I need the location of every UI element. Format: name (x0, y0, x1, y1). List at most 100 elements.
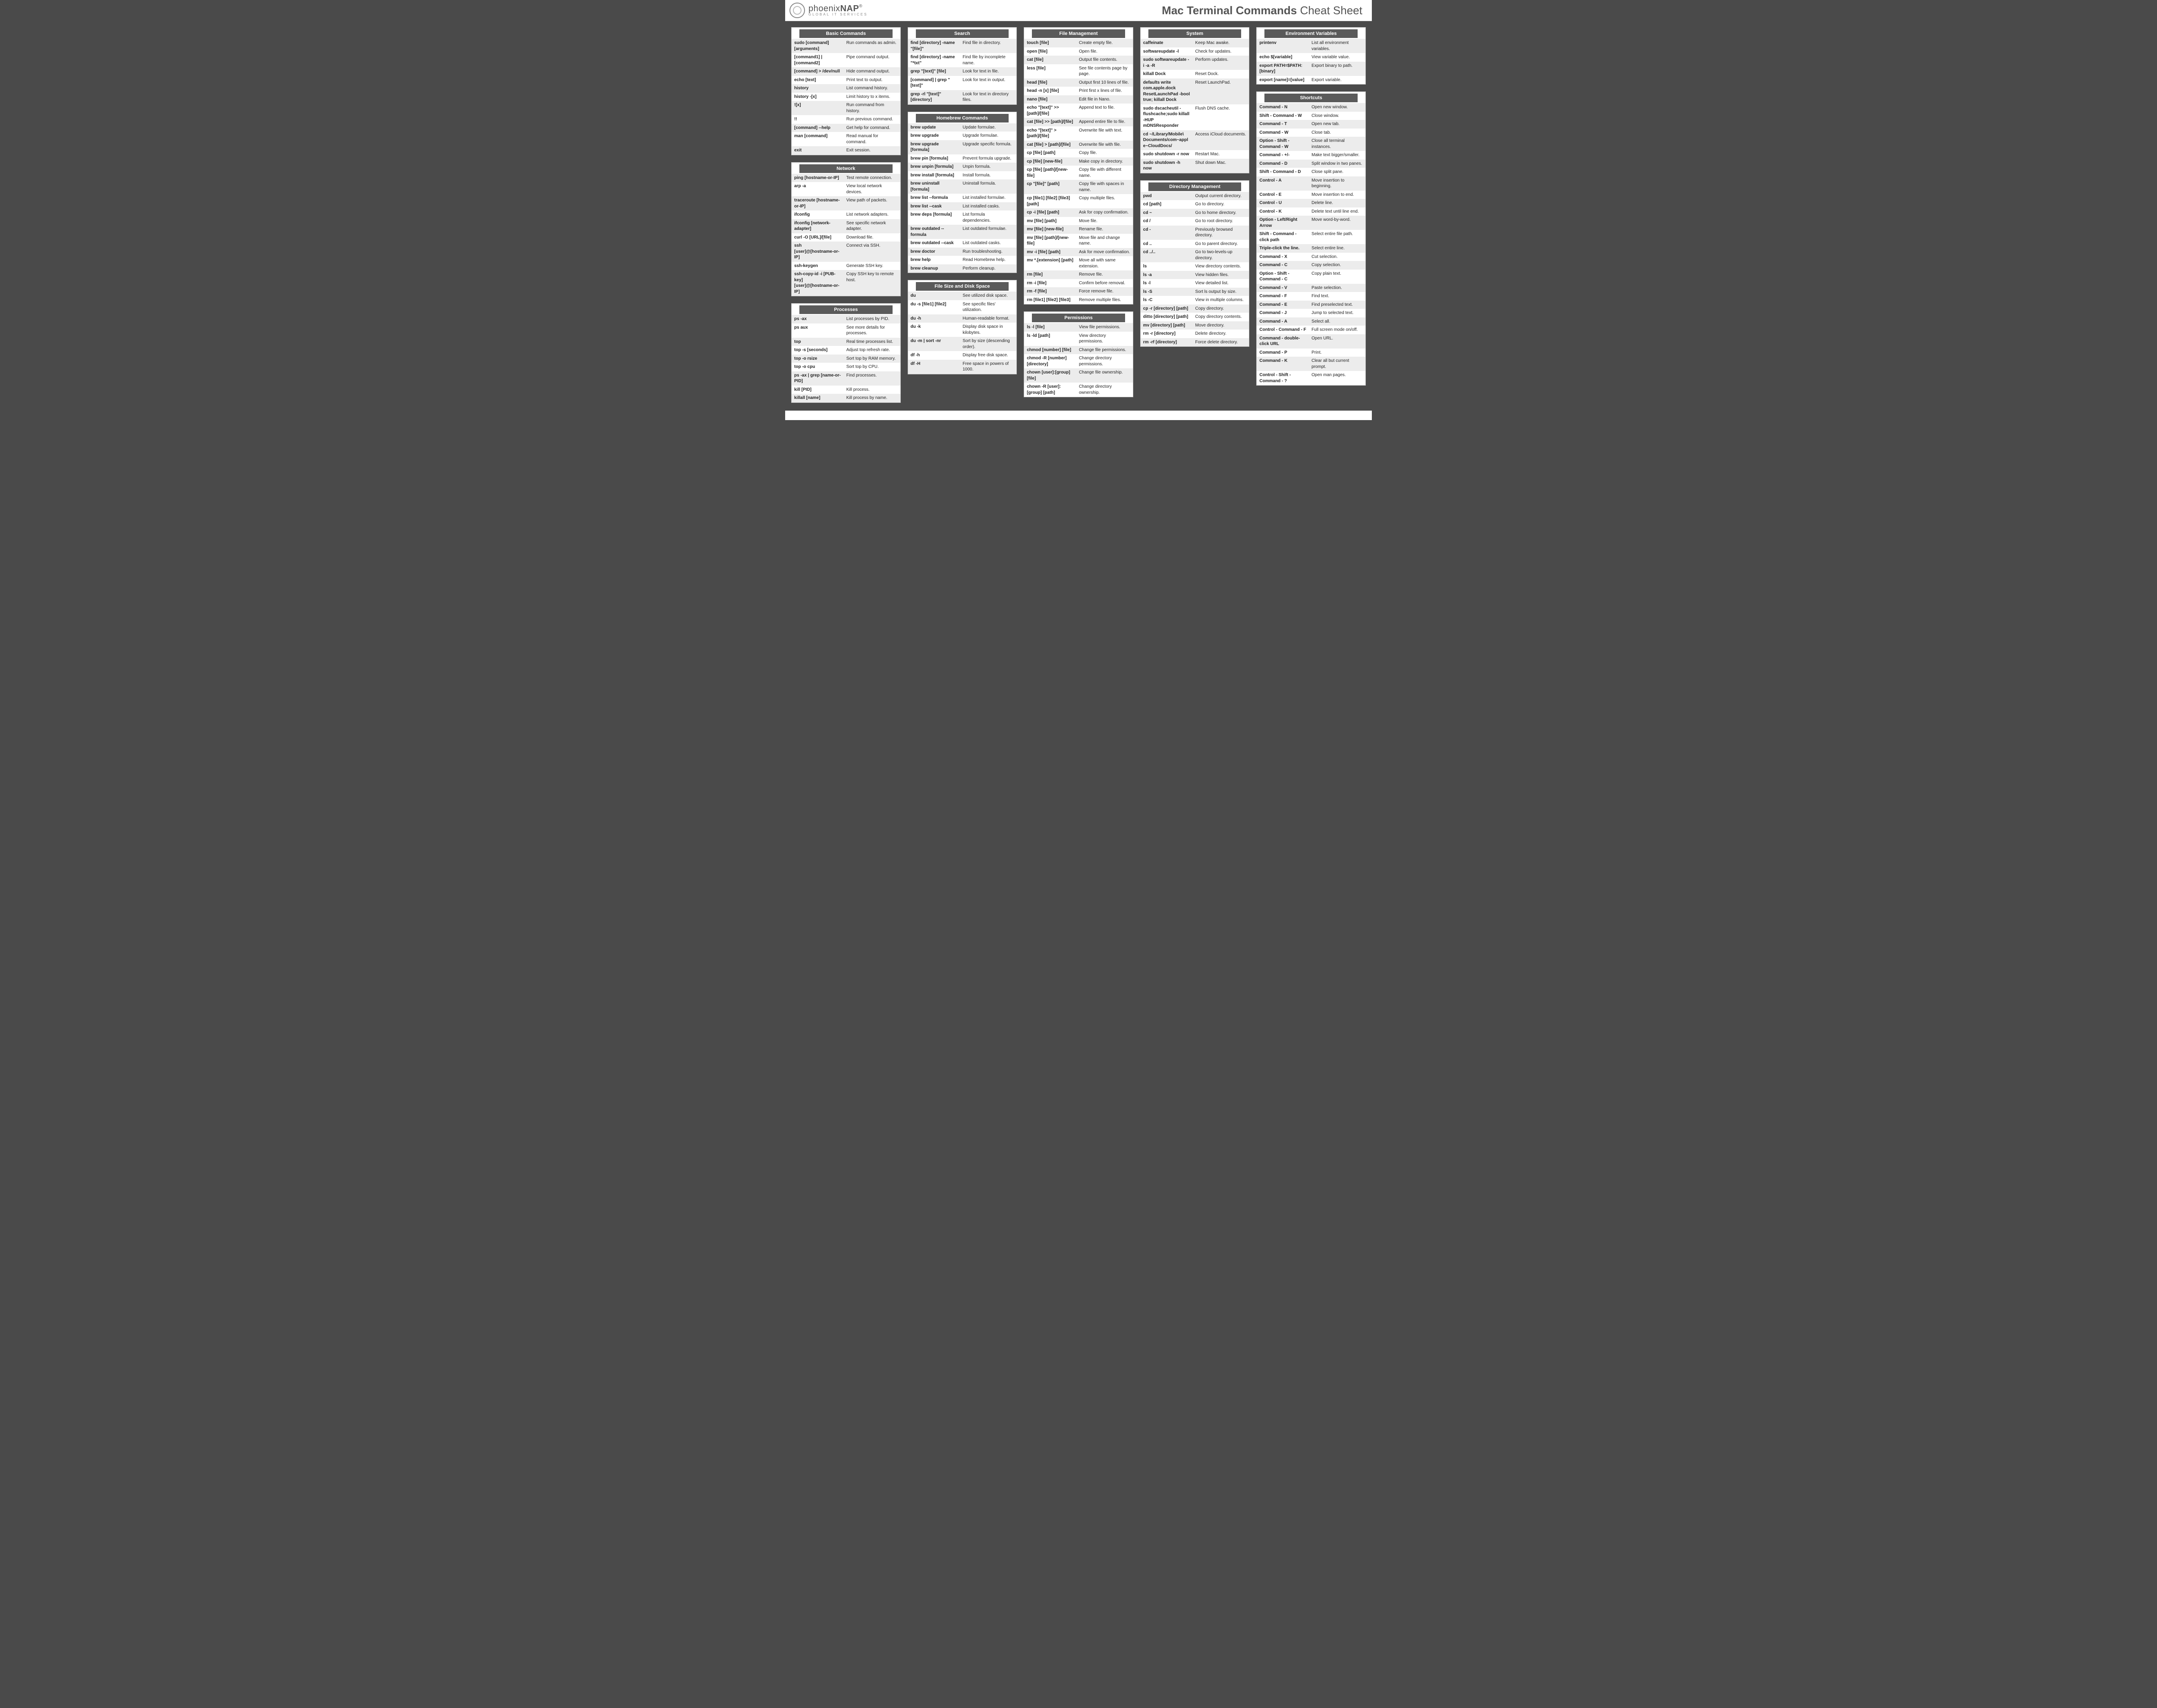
table-row: mv *.[extension] [path]Move all with sam… (1024, 256, 1133, 270)
block: SystemcaffeinateKeep Mac awake.softwareu… (1140, 27, 1250, 173)
table-row: [command] --helpGet help for command. (792, 124, 900, 132)
description-cell: View detailed list. (1193, 279, 1249, 288)
block-title: Directory Management (1148, 182, 1242, 191)
table-row: brew deps [formula]List formula dependen… (908, 210, 1017, 225)
table-row: brew updateUpdate formulae. (908, 123, 1017, 132)
command-cell: echo [text] (792, 76, 844, 85)
description-cell: Go to root directory. (1193, 217, 1249, 226)
description-cell: Adjust top refresh rate. (844, 346, 900, 355)
block: Directory ManagementpwdOutput current di… (1140, 180, 1250, 347)
table-row: Control - Command - FFull screen mode on… (1257, 326, 1365, 334)
command-cell: sudo shutdown -h now (1141, 159, 1193, 173)
command-cell: Shift - Command - click path (1257, 230, 1309, 244)
column-0: Basic Commandssudo [command] [arguments]… (791, 27, 901, 403)
description-cell: Open man pages. (1309, 371, 1365, 385)
command-cell: touch [file] (1024, 39, 1076, 47)
description-cell: Unpin formula. (960, 163, 1016, 171)
command-cell: Control - U (1257, 199, 1309, 207)
table-row: mv -i [file] [path]Ask for move confirma… (1024, 248, 1133, 257)
table-row: Control - AMove insertion to beginning. (1257, 176, 1365, 191)
table-row: ifconfigList network adapters. (792, 210, 900, 219)
description-cell: View directory permissions. (1076, 332, 1133, 346)
table-row: export [name]=[value]Export variable. (1257, 76, 1365, 85)
command-cell: man [command] (792, 132, 844, 146)
table-row: chmod [number] [file]Change file permiss… (1024, 346, 1133, 355)
description-cell: Open new window. (1309, 103, 1365, 112)
command-cell: ps -ax | grep [name-or-PID] (792, 371, 844, 386)
description-cell: Download file. (844, 233, 900, 242)
command-cell: Command - K (1257, 357, 1309, 371)
command-table: ps -axList processes by PID.ps auxSee mo… (792, 315, 900, 402)
table-row: Command - CCopy selection. (1257, 261, 1365, 270)
description-cell: Look for text in directory files. (960, 90, 1016, 104)
command-cell: Command - P (1257, 349, 1309, 357)
block-title: File Size and Disk Space (916, 282, 1009, 291)
table-row: Command - XCut selection. (1257, 253, 1365, 261)
command-cell: cat [file] (1024, 56, 1076, 64)
table-row: historyList command history. (792, 84, 900, 93)
command-table: find [directory] -name "[file]"Find file… (908, 39, 1017, 104)
command-cell: ls -l [file] (1024, 323, 1076, 332)
description-cell: Copy directory. (1193, 305, 1249, 313)
table-row: cp [file] [path]Copy file. (1024, 149, 1133, 157)
description-cell: Display disk space in kilobytes. (960, 323, 1016, 337)
description-cell: Keep Mac awake. (1193, 39, 1249, 47)
table-row: brew upgradeUpgrade formulae. (908, 132, 1017, 140)
description-cell: Run command from history. (844, 101, 900, 115)
command-cell: brew outdated --cask (908, 239, 960, 248)
table-row: topReal time processes list. (792, 338, 900, 346)
table-row: [command] > /dev/nullHide command output… (792, 67, 900, 76)
command-cell: cd - (1141, 226, 1193, 240)
command-cell: brew uninstall [formula] (908, 179, 960, 194)
table-row: Shift - Command - DClose split pane. (1257, 168, 1365, 176)
table-row: pwdOutput current directory. (1141, 192, 1249, 201)
block-title: Processes (799, 305, 893, 314)
table-row: chown -R [user]:[group] [path]Change dir… (1024, 383, 1133, 397)
description-cell: Look for text in output. (960, 76, 1016, 90)
command-cell: cat [file] > [path]/[file] (1024, 141, 1076, 149)
command-cell: Command - A (1257, 317, 1309, 326)
command-table: ping [hostname-or-IP]Test remote connect… (792, 174, 900, 296)
table-row: Option - Shift - Command - CCopy plain t… (1257, 270, 1365, 284)
description-cell: View directory contents. (1193, 262, 1249, 271)
command-cell: ls -C (1141, 296, 1193, 305)
command-table: pwdOutput current directory.cd [path]Go … (1141, 192, 1249, 347)
table-row: Shift - Command - click pathSelect entir… (1257, 230, 1365, 244)
table-row: open [file]Open file. (1024, 47, 1133, 56)
command-cell: top (792, 338, 844, 346)
description-cell: Move file and change name. (1076, 234, 1133, 248)
table-row: nano [file]Edit file in Nano. (1024, 95, 1133, 104)
table-row: ssh-copy-id -i [PUB-key] [user]@[hostnam… (792, 270, 900, 296)
command-cell: mv *.[extension] [path] (1024, 256, 1076, 270)
command-cell: mv [file] [path]/[new-file] (1024, 234, 1076, 248)
command-cell: export PATH=$PATH:[binary] (1257, 62, 1309, 76)
page-title: Mac Terminal Commands Cheat Sheet (1162, 4, 1362, 17)
table-row: cp -r [directory] [path]Copy directory. (1141, 305, 1249, 313)
table-row: rm -r [directory]Delete directory. (1141, 330, 1249, 338)
column-3: SystemcaffeinateKeep Mac awake.softwareu… (1140, 27, 1250, 403)
table-row: du -hHuman-readable format. (908, 314, 1017, 323)
description-cell: Go to home directory. (1193, 209, 1249, 217)
description-cell: Upgrade formulae. (960, 132, 1016, 140)
description-cell: Human-readable format. (960, 314, 1016, 323)
table-row: Control - UDelete line. (1257, 199, 1365, 207)
command-cell: Command - +/- (1257, 151, 1309, 160)
description-cell: Move word-by-word. (1309, 216, 1365, 230)
table-row: Command - JJump to selected text. (1257, 309, 1365, 317)
description-cell: Perform updates. (1193, 56, 1249, 70)
command-cell: [command] --help (792, 124, 844, 132)
description-cell: List outdated formulae. (960, 225, 1016, 239)
description-cell: Copy selection. (1309, 261, 1365, 270)
command-cell: cp [file] [path]/[new-file] (1024, 166, 1076, 180)
description-cell: Real time processes list. (844, 338, 900, 346)
command-cell: df -H (908, 360, 960, 374)
block: Searchfind [directory] -name "[file]"Fin… (908, 27, 1017, 105)
description-cell: Find file in directory. (960, 39, 1016, 53)
description-cell: Restart Mac. (1193, 150, 1249, 159)
command-cell: Command - T (1257, 120, 1309, 129)
command-cell: brew install [formula] (908, 171, 960, 180)
table-row: rm -rf [directory]Force delete directory… (1141, 338, 1249, 347)
description-cell: See more details for processes. (844, 323, 900, 338)
table-row: brew outdated --formulaList outdated for… (908, 225, 1017, 239)
description-cell: Pipe command output. (844, 53, 900, 67)
